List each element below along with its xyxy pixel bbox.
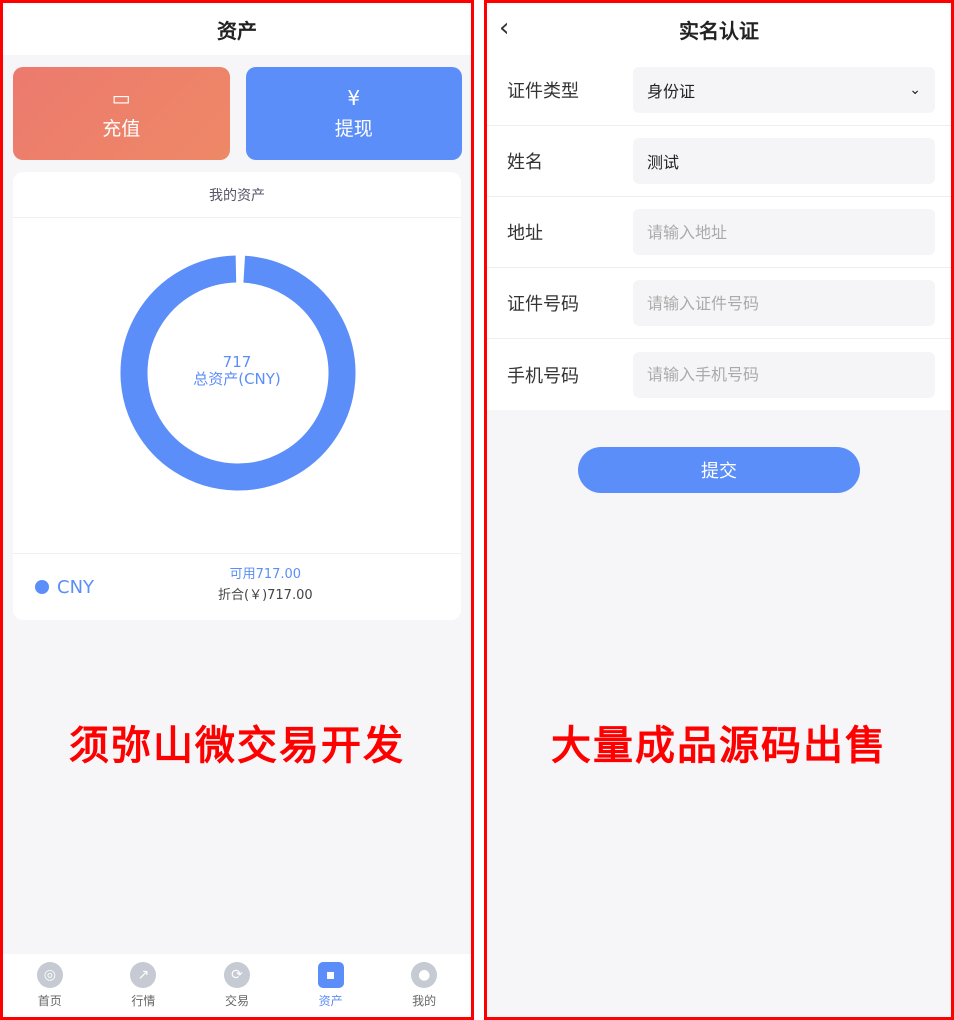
exchange-icon: ⟳ — [223, 962, 250, 988]
tab-trade[interactable]: ⟳ 交易 — [190, 954, 284, 1017]
legend-dot — [35, 580, 49, 594]
tab-home[interactable]: ◎ 首页 — [3, 954, 97, 1017]
my-assets-card: 我的资产 717 总资产(CNY) CNY 可用717.00 折合(￥)717.… — [13, 172, 461, 620]
recharge-label: 充值 — [102, 118, 141, 140]
page-title: 实名认证 — [679, 18, 759, 43]
asset-row[interactable]: CNY 可用717.00 折合(￥)717.00 — [13, 554, 461, 620]
wallet-icon: ▪ — [317, 962, 344, 988]
id-type-label: 证件类型 — [507, 81, 579, 102]
verification-form: 证件类型 身份证 ⌄ 姓名 地址 证件号码 手机号码 — [487, 55, 951, 410]
submit-button[interactable]: 提交 — [578, 447, 860, 493]
id-type-value: 身份证 — [647, 82, 696, 101]
tab-profile[interactable]: ● 我的 — [377, 954, 471, 1017]
user-icon: ● — [411, 962, 438, 988]
promo-text: 大量成品源码出售 — [551, 723, 887, 769]
yen-icon: ¥ — [347, 86, 361, 110]
address-input[interactable] — [633, 209, 935, 255]
name-input[interactable] — [633, 138, 935, 184]
id-type-select[interactable]: 身份证 ⌄ — [633, 67, 935, 113]
assets-screen: 资产 ▭ 充值 ¥ 提现 我的资产 717 总资产(CNY) CNY 可用717… — [0, 0, 474, 1020]
id-number-input[interactable] — [633, 280, 935, 326]
name-label: 姓名 — [507, 152, 543, 173]
tab-label: 交易 — [224, 994, 249, 1008]
verification-screen: ‹ 实名认证 证件类型 身份证 ⌄ 姓名 地址 证件号码 手机号码 提交 大量成品… — [484, 0, 954, 1020]
asset-donut-chart: 717 总资产(CNY) — [13, 218, 461, 554]
total-label: 总资产(CNY) — [193, 370, 281, 388]
tab-assets[interactable]: ▪ 资产 — [284, 954, 378, 1017]
phone-label: 手机号码 — [507, 365, 579, 387]
tab-label: 行情 — [131, 994, 156, 1008]
phone-input[interactable] — [633, 351, 935, 398]
promo-text: 须弥山微交易开发 — [69, 723, 405, 769]
available-amount: 可用717.00 — [229, 567, 302, 582]
converted-amount: 折合(￥)717.00 — [218, 588, 313, 603]
back-icon[interactable]: ‹ — [499, 13, 509, 43]
id-number-label: 证件号码 — [507, 294, 579, 315]
tab-label: 我的 — [412, 994, 437, 1008]
withdraw-label: 提现 — [334, 118, 373, 140]
home-icon: ◎ — [36, 962, 63, 988]
total-value: 717 — [222, 353, 252, 371]
page-title: 资产 — [3, 3, 471, 55]
currency-label: CNY — [57, 576, 95, 598]
tab-label: 首页 — [37, 994, 62, 1008]
trend-icon: ↗ — [130, 962, 157, 988]
address-label: 地址 — [507, 223, 543, 244]
withdraw-button[interactable]: ¥ 提现 — [245, 67, 462, 160]
chevron-down-icon: ⌄ — [909, 82, 921, 98]
tab-market[interactable]: ↗ 行情 — [97, 954, 191, 1017]
tab-label: 资产 — [318, 994, 343, 1008]
tab-bar: ◎ 首页 ↗ 行情 ⟳ 交易 ▪ 资产 ● 我的 — [3, 954, 471, 1017]
my-assets-title: 我的资产 — [13, 172, 461, 218]
recharge-button[interactable]: ▭ 充值 — [13, 67, 230, 160]
wallet-icon: ▭ — [111, 86, 131, 110]
